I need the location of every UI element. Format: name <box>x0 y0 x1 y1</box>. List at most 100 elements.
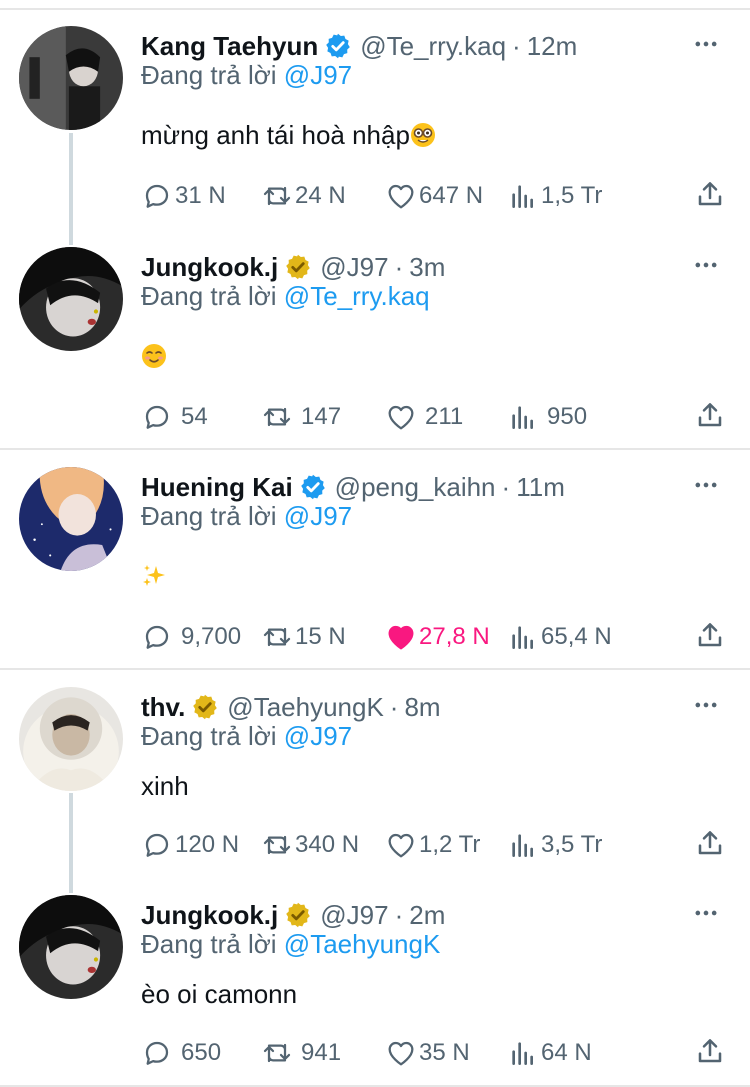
timestamp[interactable]: 2m <box>409 900 445 931</box>
avatar[interactable] <box>19 467 123 571</box>
reply-icon <box>145 405 169 429</box>
user-handle[interactable]: @Te_rry.kaq <box>360 31 506 62</box>
user-handle[interactable]: @TaehyungK <box>227 692 384 723</box>
views-button[interactable]: 1,5 Tr <box>507 176 602 216</box>
retweet-icon <box>263 835 291 855</box>
like-count: 1,2 Tr <box>419 831 481 858</box>
tweet-actions: 120 N 340 N 1,2 Tr 3,5 Tr <box>141 825 726 865</box>
more-options-icon[interactable] <box>692 899 720 927</box>
retweet-button[interactable]: 24 N <box>261 176 346 216</box>
tweet[interactable]: Jungkook.j @J97 · 3m Đang trả lời @Te_rr… <box>0 247 750 447</box>
replying-to-handle[interactable]: @Te_rry.kaq <box>284 281 430 311</box>
user-handle[interactable]: @peng_kaihn <box>335 472 496 503</box>
views-count: 65,4 N <box>541 623 612 650</box>
verified-badge-icon <box>286 254 311 280</box>
tweet[interactable]: Huening Kai @peng_kaihn · 11m Đang trả l… <box>0 467 750 667</box>
tweet-text <box>141 561 167 592</box>
display-name[interactable]: Kang Taehyun <box>141 31 318 62</box>
reply-count: 31 N <box>175 182 226 209</box>
separator-dot: · <box>512 30 521 61</box>
heart-filled-icon <box>388 625 414 650</box>
sparkles-icon <box>143 565 165 586</box>
views-count: 1,5 Tr <box>541 182 603 209</box>
display-name[interactable]: Jungkook.j <box>141 252 278 283</box>
user-handle[interactable]: @J97 <box>320 900 388 931</box>
share-icon[interactable] <box>694 178 726 210</box>
avatar[interactable] <box>19 687 123 791</box>
share-icon[interactable] <box>694 619 726 651</box>
like-button[interactable]: 211 <box>385 397 463 437</box>
display-name[interactable]: Jungkook.j <box>141 900 278 931</box>
like-count: 27,8 N <box>419 623 490 650</box>
reply-button[interactable]: 31 N <box>141 176 226 216</box>
verified-badge-icon <box>300 474 325 500</box>
replying-to-label: Đang trả lời <box>141 60 277 90</box>
retweet-button[interactable]: 340 N <box>261 825 359 865</box>
views-button[interactable]: 3,5 Tr <box>507 825 602 865</box>
heart-icon <box>388 405 414 430</box>
views-button[interactable]: 950 <box>507 397 587 437</box>
reply-button[interactable]: 120 N <box>141 825 239 865</box>
nerd-face-icon <box>410 123 435 147</box>
retweet-count: 15 N <box>295 623 346 650</box>
timestamp[interactable]: 8m <box>404 692 440 723</box>
like-button[interactable]: 35 N <box>385 1033 470 1073</box>
retweet-count: 941 <box>301 1039 342 1066</box>
display-name[interactable]: Huening Kai <box>141 472 293 503</box>
tweet-text: xinh <box>141 771 189 802</box>
tweet[interactable]: Kang Taehyun @Te_rry.kaq · 12m Đang trả … <box>0 26 750 226</box>
views-count: 64 N <box>541 1039 592 1066</box>
heart-icon <box>388 833 414 858</box>
replying-to-handle[interactable]: @J97 <box>284 60 352 90</box>
tweet-body: xinh <box>141 771 189 801</box>
share-icon[interactable] <box>694 827 726 859</box>
reply-count: 120 N <box>175 831 240 858</box>
tweet[interactable]: thv. @TaehyungK · 8m Đang trả lời @J97 x… <box>0 687 750 877</box>
timestamp[interactable]: 3m <box>409 252 445 283</box>
tweet[interactable]: Jungkook.j @J97 · 2m Đang trả lời @Taehy… <box>0 895 750 1080</box>
like-button[interactable]: 647 N <box>385 176 483 216</box>
reply-icon <box>145 833 169 857</box>
reply-button[interactable]: 650 <box>141 1033 221 1073</box>
more-options-icon[interactable] <box>692 471 720 499</box>
like-count: 35 N <box>419 1039 470 1066</box>
like-button[interactable]: 1,2 Tr <box>385 825 480 865</box>
reply-icon <box>145 625 169 649</box>
share-icon[interactable] <box>694 399 726 431</box>
retweet-button[interactable]: 147 <box>261 397 341 437</box>
replying-to-handle[interactable]: @J97 <box>284 501 352 531</box>
divider <box>0 8 750 10</box>
verified-badge-icon <box>193 694 218 720</box>
like-button[interactable]: 27,8 N <box>385 617 490 657</box>
separator-dot: · <box>394 899 404 930</box>
retweet-icon <box>263 407 291 427</box>
heart-icon <box>388 184 414 209</box>
display-name[interactable]: thv. <box>141 692 185 723</box>
avatar[interactable] <box>19 247 123 351</box>
retweet-icon <box>263 1043 291 1063</box>
smiling-face-icon <box>142 344 166 368</box>
replying-to-handle[interactable]: @J97 <box>284 721 352 751</box>
retweet-button[interactable]: 941 <box>261 1033 341 1073</box>
tweet-text: èo oi camonn <box>141 979 297 1010</box>
retweet-button[interactable]: 15 N <box>261 617 346 657</box>
timestamp[interactable]: 12m <box>527 31 578 62</box>
views-count: 3,5 Tr <box>541 831 603 858</box>
replying-to: Đang trả lời @J97 <box>141 721 352 752</box>
avatar[interactable] <box>19 26 123 130</box>
more-options-icon[interactable] <box>692 251 720 279</box>
avatar[interactable] <box>19 895 123 999</box>
user-handle[interactable]: @J97 <box>320 252 388 283</box>
more-options-icon[interactable] <box>692 30 720 58</box>
tweet-actions: 31 N 24 N 647 N 1,5 Tr <box>141 176 726 216</box>
views-button[interactable]: 65,4 N <box>507 617 612 657</box>
separator-dot: · <box>501 471 511 502</box>
replying-to-handle[interactable]: @TaehyungK <box>284 929 441 959</box>
heart-icon <box>388 1041 414 1066</box>
reply-button[interactable]: 54 <box>141 397 208 437</box>
views-button[interactable]: 64 N <box>507 1033 592 1073</box>
reply-button[interactable]: 9,700 <box>141 617 241 657</box>
timestamp[interactable]: 11m <box>516 472 565 503</box>
share-icon[interactable] <box>694 1035 726 1067</box>
more-options-icon[interactable] <box>692 691 720 719</box>
